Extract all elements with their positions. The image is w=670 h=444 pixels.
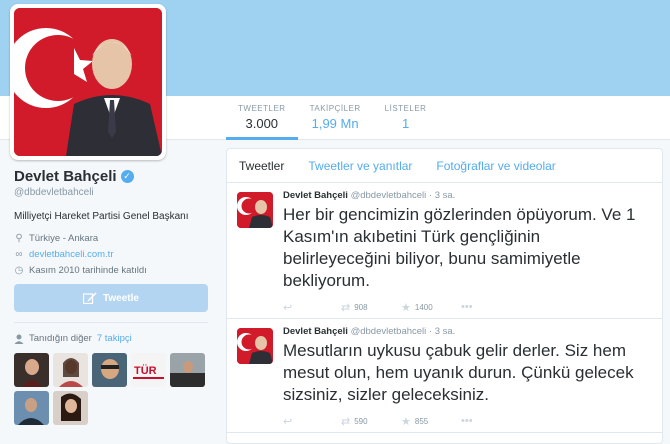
link-icon: ∞ [15, 248, 23, 260]
retweet-button[interactable]: ⇄ 908 [341, 301, 401, 314]
profile-avatar[interactable] [10, 4, 166, 160]
known-followers-link[interactable]: 7 takipçi [97, 333, 132, 344]
tweet-author-handle[interactable]: @dbdevletbahceli [351, 326, 427, 337]
more-button[interactable]: ••• [461, 301, 473, 313]
profile-name[interactable]: Devlet Bahçeli [14, 168, 117, 185]
more-button[interactable]: ••• [461, 415, 473, 427]
stat-label: LİSTELER [384, 104, 427, 113]
profile-website-link[interactable]: devletbahceli.com.tr [29, 249, 113, 260]
star-icon: ★ [401, 301, 411, 314]
compose-icon [83, 292, 97, 304]
stat-label: TAKİPÇİLER [309, 104, 361, 113]
favorite-count: 1400 [414, 302, 433, 312]
tweet-actions: ↩ ⇄ 590 ★ 855 ••• [283, 410, 652, 432]
stat-followers[interactable]: TAKİPÇİLER 1,99 Mn [298, 96, 373, 140]
reply-button[interactable]: ↩ [283, 415, 341, 428]
stat-value: 1 [401, 116, 410, 131]
follower-avatar[interactable] [14, 353, 49, 387]
reply-button[interactable]: ↩ [283, 301, 341, 314]
tweet-header: Devlet Bahçeli @dbdevletbahceli · 3 sa. [283, 190, 652, 201]
more-icon: ••• [461, 301, 473, 313]
tweet-button-label: Tweetle [103, 292, 139, 304]
profile-card: Devlet Bahçeli ✓ @dbdevletbahceli Milliy… [14, 168, 214, 278]
more-icon: ••• [461, 415, 473, 427]
timeline: Tweetler Tweetler ve yanıtlar Fotoğrafla… [226, 148, 663, 444]
reply-icon: ↩ [283, 301, 293, 314]
follower-avatar[interactable]: TÜR [131, 353, 166, 387]
tweet-avatar[interactable] [237, 328, 273, 364]
location-pin-icon: ⚲ [15, 232, 23, 244]
retweet-icon: ⇄ [341, 301, 351, 314]
stat-value: 1,99 Mn [311, 116, 359, 131]
stat-lists[interactable]: LİSTELER 1 [373, 96, 439, 140]
profile-bio: Milliyetçi Hareket Partisi Genel Başkanı [14, 211, 189, 222]
tweet-item[interactable]: Devlet Bahçeli @dbdevletbahceli · 3 sa. … [227, 319, 662, 433]
follower-avatar[interactable] [14, 391, 49, 425]
follower-avatar[interactable] [170, 353, 205, 387]
retweet-count: 908 [354, 302, 368, 312]
reply-icon: ↩ [283, 415, 293, 428]
profile-handle[interactable]: @dbdevletbahceli [14, 187, 214, 198]
avatar-image [14, 8, 162, 156]
tweet-text: Mesutların uykusu çabuk gelir derler. Si… [283, 341, 634, 404]
profile-stats: TWEETLER 3.000 TAKİPÇİLER 1,99 Mn LİSTEL… [226, 96, 438, 140]
known-followers-grid: TÜR [14, 353, 214, 425]
tweet-header: Devlet Bahçeli @dbdevletbahceli · 3 sa. [283, 326, 652, 337]
stat-label: TWEETLER [238, 104, 286, 113]
tab-tweets-and-replies[interactable]: Tweetler ve yanıtlar [308, 159, 412, 173]
verified-badge-icon: ✓ [120, 170, 134, 183]
tweet-timestamp[interactable]: · 3 sa. [429, 326, 455, 337]
favorite-count: 855 [414, 416, 429, 426]
follower-avatar[interactable] [53, 391, 88, 425]
tweet-actions: ↩ ⇄ 908 ★ 1400 ••• [283, 296, 652, 318]
favorite-button[interactable]: ★ 855 [401, 415, 461, 428]
profile-meta: ⚲ Türkiye - Ankara ∞ devletbahceli.com.t… [14, 230, 214, 278]
timeline-tabs: Tweetler Tweetler ve yanıtlar Fotoğrafla… [227, 149, 662, 183]
follower-avatar[interactable] [92, 353, 127, 387]
retweet-count: 590 [354, 416, 368, 426]
stat-tweets[interactable]: TWEETLER 3.000 [226, 96, 298, 140]
tweet-text: Her bir gencimizin gözlerinden öpüyorum.… [283, 205, 636, 290]
svg-text:TÜR: TÜR [134, 364, 157, 377]
retweet-button[interactable]: ⇄ 590 [341, 415, 401, 428]
tab-tweets[interactable]: Tweetler [239, 159, 284, 173]
stat-value: 3.000 [245, 116, 279, 131]
calendar-icon: ◷ [14, 264, 24, 276]
tab-photos-videos[interactable]: Fotoğraflar ve videolar [436, 159, 555, 173]
tweet-author-handle[interactable]: @dbdevletbahceli [351, 190, 427, 201]
person-icon [14, 334, 24, 344]
tweet-item[interactable]: Devlet Bahçeli @dbdevletbahceli · 3 sa. … [227, 183, 662, 319]
profile-joined: Kasım 2010 tarihinde katıldı [29, 264, 147, 276]
tweet-author-name[interactable]: Devlet Bahçeli [283, 190, 348, 201]
follower-avatar[interactable] [53, 353, 88, 387]
profile-location: Türkiye - Ankara [29, 232, 99, 244]
known-followers-label: Tanıdığın diğer [29, 333, 92, 344]
favorite-button[interactable]: ★ 1400 [401, 301, 461, 314]
tweet-author-name[interactable]: Devlet Bahçeli [283, 326, 348, 337]
known-followers-heading: Tanıdığın diğer 7 takipçi [14, 333, 132, 344]
star-icon: ★ [401, 415, 411, 428]
tweet-to-button[interactable]: Tweetle [14, 284, 208, 312]
tweet-timestamp[interactable]: · 3 sa. [429, 190, 455, 201]
avatar-photo-illustration [14, 8, 162, 156]
sidebar-divider [14, 322, 208, 323]
retweet-icon: ⇄ [341, 415, 351, 428]
tweet-avatar[interactable] [237, 192, 273, 228]
